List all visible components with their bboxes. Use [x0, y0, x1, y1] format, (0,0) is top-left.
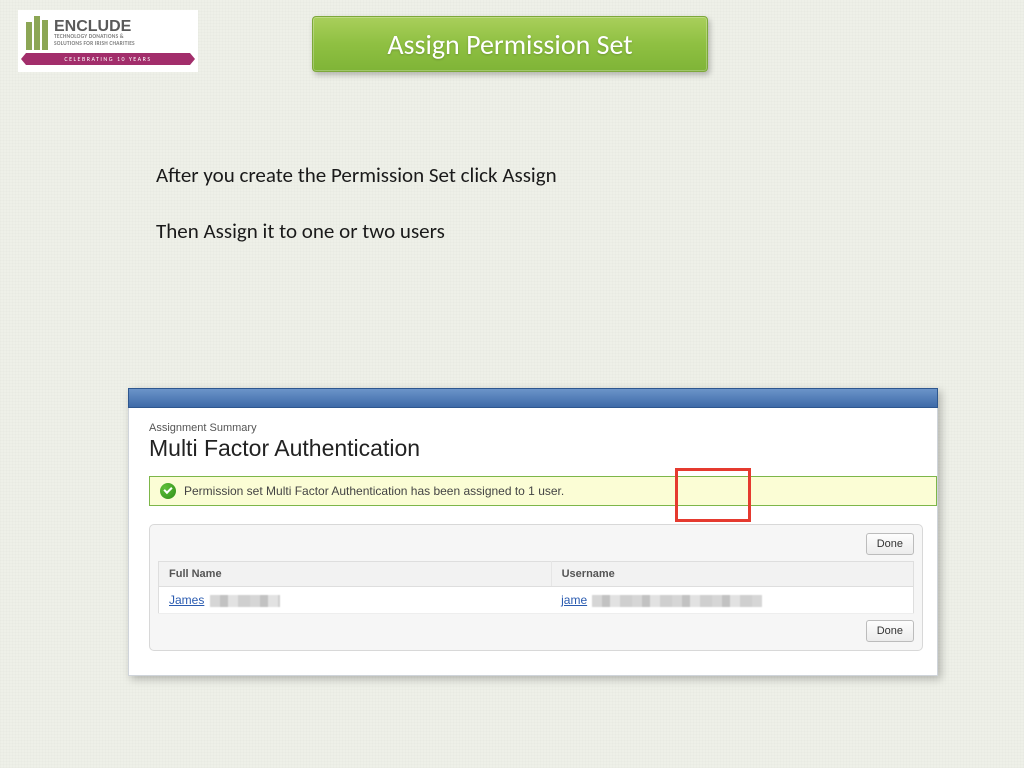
logo-brand: ENCLUDE: [54, 19, 135, 34]
assignment-summary-screenshot: Assignment Summary Multi Factor Authenti…: [128, 388, 938, 676]
redacted-icon: [210, 595, 280, 607]
table-row: James jame: [159, 587, 914, 614]
page-title: Assign Permission Set: [312, 16, 708, 72]
success-message-bar: Permission set Multi Factor Authenticati…: [149, 476, 937, 506]
assignment-panel: Done Full Name Username James jame: [149, 524, 923, 651]
logo-bars-icon: [26, 16, 48, 50]
table-header-row: Full Name Username: [159, 562, 914, 587]
col-username: Username: [551, 562, 913, 587]
instructions: After you create the Permission Set clic…: [156, 162, 557, 274]
redacted-icon: [592, 595, 762, 607]
logo-ribbon: CELEBRATING 10 YEARS: [26, 53, 190, 65]
success-message-text: Permission set Multi Factor Authenticati…: [184, 484, 564, 498]
enclude-logo: ENCLUDE TECHNOLOGY DONATIONS & SOLUTIONS…: [18, 10, 198, 72]
done-button-bottom[interactable]: Done: [866, 620, 914, 642]
summary-title: Multi Factor Authentication: [149, 435, 923, 462]
success-check-icon: [160, 483, 176, 499]
cell-full-name[interactable]: James: [159, 587, 552, 614]
full-name-visible: James: [169, 593, 204, 607]
window-titlebar: [128, 388, 938, 408]
cell-username[interactable]: jame: [551, 587, 913, 614]
summary-label: Assignment Summary: [149, 422, 923, 434]
logo-subtitle-2: SOLUTIONS FOR IRISH CHARITIES: [54, 42, 135, 48]
col-full-name: Full Name: [159, 562, 552, 587]
done-button-top[interactable]: Done: [866, 533, 914, 555]
logo-subtitle-1: TECHNOLOGY DONATIONS &: [54, 35, 135, 41]
instruction-line-1: After you create the Permission Set clic…: [156, 162, 557, 188]
username-visible: jame: [561, 593, 587, 607]
instruction-line-2: Then Assign it to one or two users: [156, 218, 557, 244]
assigned-users-table: Full Name Username James jame: [158, 561, 914, 614]
